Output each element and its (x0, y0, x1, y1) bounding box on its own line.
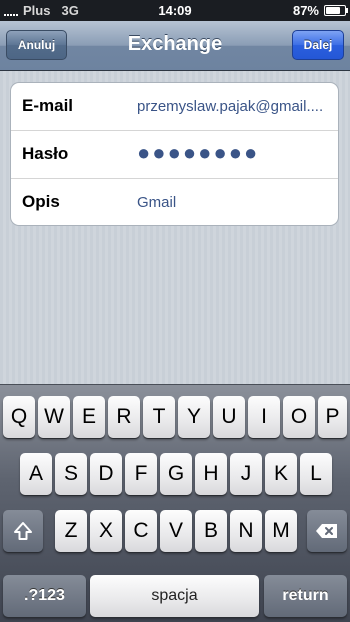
description-row[interactable]: Opis Gmail (11, 179, 338, 225)
key-z[interactable]: Z (55, 510, 87, 552)
key-g[interactable]: G (160, 453, 192, 495)
form-area: E-mail przemyslaw.pajak@gmail.... Hasło … (0, 71, 350, 384)
navigation-bar: Anuluj Exchange Dalej (0, 21, 350, 71)
key-c[interactable]: C (125, 510, 157, 552)
account-form: E-mail przemyslaw.pajak@gmail.... Hasło … (10, 82, 339, 226)
next-button[interactable]: Dalej (292, 30, 344, 60)
key-y[interactable]: Y (178, 396, 210, 438)
key-x[interactable]: X (90, 510, 122, 552)
key-v[interactable]: V (160, 510, 192, 552)
return-key[interactable]: return (264, 575, 347, 617)
key-u[interactable]: U (213, 396, 245, 438)
key-s[interactable]: S (55, 453, 87, 495)
key-a[interactable]: A (20, 453, 52, 495)
description-field[interactable]: Gmail (137, 194, 328, 211)
backspace-icon (316, 524, 337, 538)
key-b[interactable]: B (195, 510, 227, 552)
key-n[interactable]: N (230, 510, 262, 552)
shift-arrow-icon (14, 522, 32, 540)
email-row[interactable]: E-mail przemyslaw.pajak@gmail.... (11, 83, 338, 131)
numbers-key[interactable]: .?123 (3, 575, 86, 617)
shift-key[interactable] (3, 510, 43, 552)
key-i[interactable]: I (248, 396, 280, 438)
key-k[interactable]: K (265, 453, 297, 495)
email-label: E-mail (22, 96, 74, 115)
email-field[interactable]: przemyslaw.pajak@gmail.... (137, 98, 328, 115)
key-h[interactable]: H (195, 453, 227, 495)
key-q[interactable]: Q (3, 396, 35, 438)
status-bar: Plus 3G 14:09 87% (0, 0, 350, 21)
key-r[interactable]: R (108, 396, 140, 438)
space-key[interactable]: spacja (90, 575, 259, 617)
key-f[interactable]: F (125, 453, 157, 495)
key-m[interactable]: M (265, 510, 297, 552)
keyboard: Q W E R T Y U I O P A S D F G H J K L Z … (0, 384, 350, 622)
key-l[interactable]: L (300, 453, 332, 495)
key-j[interactable]: J (230, 453, 262, 495)
battery-icon (324, 5, 348, 16)
battery-percent: 87% (292, 3, 319, 18)
key-d[interactable]: D (90, 453, 122, 495)
key-w[interactable]: W (38, 396, 70, 438)
key-e[interactable]: E (73, 396, 105, 438)
key-p[interactable]: P (318, 396, 347, 438)
backspace-key[interactable] (307, 510, 347, 552)
password-row[interactable]: Hasło ●●●●●●●● (11, 131, 338, 179)
description-label: Opis (22, 192, 60, 211)
key-o[interactable]: O (283, 396, 315, 438)
key-t[interactable]: T (143, 396, 175, 438)
password-field[interactable]: ●●●●●●●● (137, 140, 328, 166)
password-label: Hasło (22, 144, 69, 163)
